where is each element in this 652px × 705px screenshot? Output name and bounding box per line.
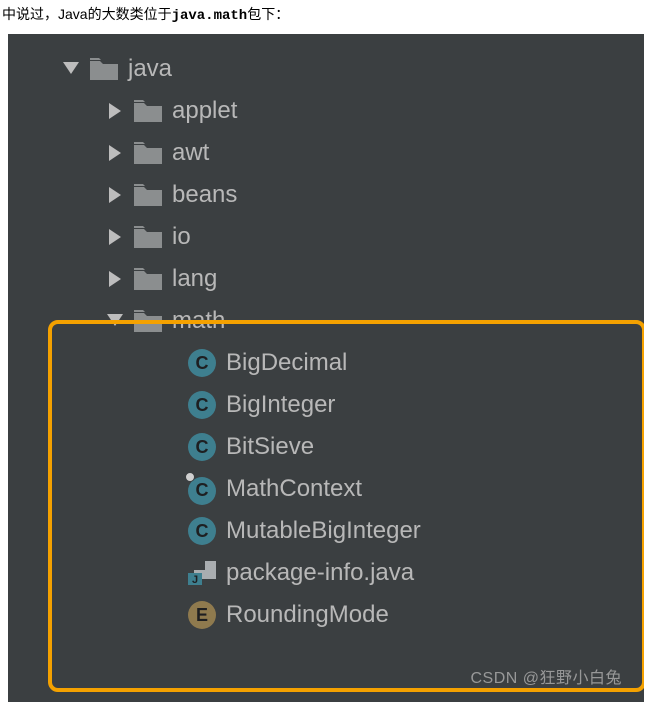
tree-node-bitsieve[interactable]: C BitSieve [8, 426, 644, 468]
tree-node-mutablebiginteger[interactable]: C MutableBigInteger [8, 510, 644, 552]
class-icon: C [188, 349, 216, 377]
watermark: CSDN @狂野小白兔 [470, 664, 622, 688]
class-icon: C [188, 391, 216, 419]
tree-label: BigInteger [226, 391, 335, 419]
folder-icon [134, 310, 162, 332]
tree-node-io[interactable]: io [8, 216, 644, 258]
tree-label: lang [172, 265, 217, 293]
folder-icon [134, 226, 162, 248]
intro-prefix: 中说过，Java的大数类位于 [2, 6, 172, 22]
tree-label: io [172, 223, 191, 251]
intro-text: 中说过，Java的大数类位于java.math包下： [0, 0, 652, 34]
final-marker-icon [185, 472, 195, 482]
enum-icon: E [188, 601, 216, 629]
tree-node-bigdecimal[interactable]: C BigDecimal [8, 342, 644, 384]
folder-icon [134, 100, 162, 122]
tree-label: RoundingMode [226, 601, 389, 629]
svg-text:J: J [192, 574, 198, 585]
intro-suffix: 包下： [247, 6, 289, 22]
tree-node-packageinfo[interactable]: J package-info.java [8, 552, 644, 594]
expand-arrow-icon[interactable] [62, 62, 80, 76]
folder-icon [134, 142, 162, 164]
folder-icon [90, 58, 118, 80]
class-icon: C [188, 475, 216, 503]
tree-label: beans [172, 181, 237, 209]
tree-node-biginteger[interactable]: C BigInteger [8, 384, 644, 426]
tree-node-lang[interactable]: lang [8, 258, 644, 300]
java-file-icon: J [188, 561, 216, 585]
tree-label: BigDecimal [226, 349, 347, 377]
expand-arrow-icon[interactable] [106, 314, 124, 328]
collapse-arrow-icon[interactable] [106, 229, 124, 245]
tree-label: BitSieve [226, 433, 314, 461]
tree-label: MathContext [226, 475, 362, 503]
folder-icon [134, 184, 162, 206]
tree-label: awt [172, 139, 209, 167]
tree-node-applet[interactable]: applet [8, 90, 644, 132]
tree-node-roundingmode[interactable]: E RoundingMode [8, 594, 644, 636]
collapse-arrow-icon[interactable] [106, 187, 124, 203]
tree-node-java[interactable]: java [8, 48, 644, 90]
tree-label: java [128, 55, 172, 83]
collapse-arrow-icon[interactable] [106, 145, 124, 161]
package-tree: java applet awt beans [8, 34, 644, 636]
class-icon: C [188, 517, 216, 545]
tree-label: applet [172, 97, 237, 125]
tree-node-beans[interactable]: beans [8, 174, 644, 216]
tree-node-mathcontext[interactable]: C MathContext [8, 468, 644, 510]
tree-node-awt[interactable]: awt [8, 132, 644, 174]
ide-panel: java applet awt beans [8, 34, 644, 702]
folder-icon [134, 268, 162, 290]
intro-code: java.math [172, 8, 248, 24]
tree-label: package-info.java [226, 559, 414, 587]
tree-label: math [172, 307, 225, 335]
class-icon: C [188, 433, 216, 461]
collapse-arrow-icon[interactable] [106, 271, 124, 287]
tree-node-math[interactable]: math [8, 300, 644, 342]
collapse-arrow-icon[interactable] [106, 103, 124, 119]
tree-label: MutableBigInteger [226, 517, 421, 545]
